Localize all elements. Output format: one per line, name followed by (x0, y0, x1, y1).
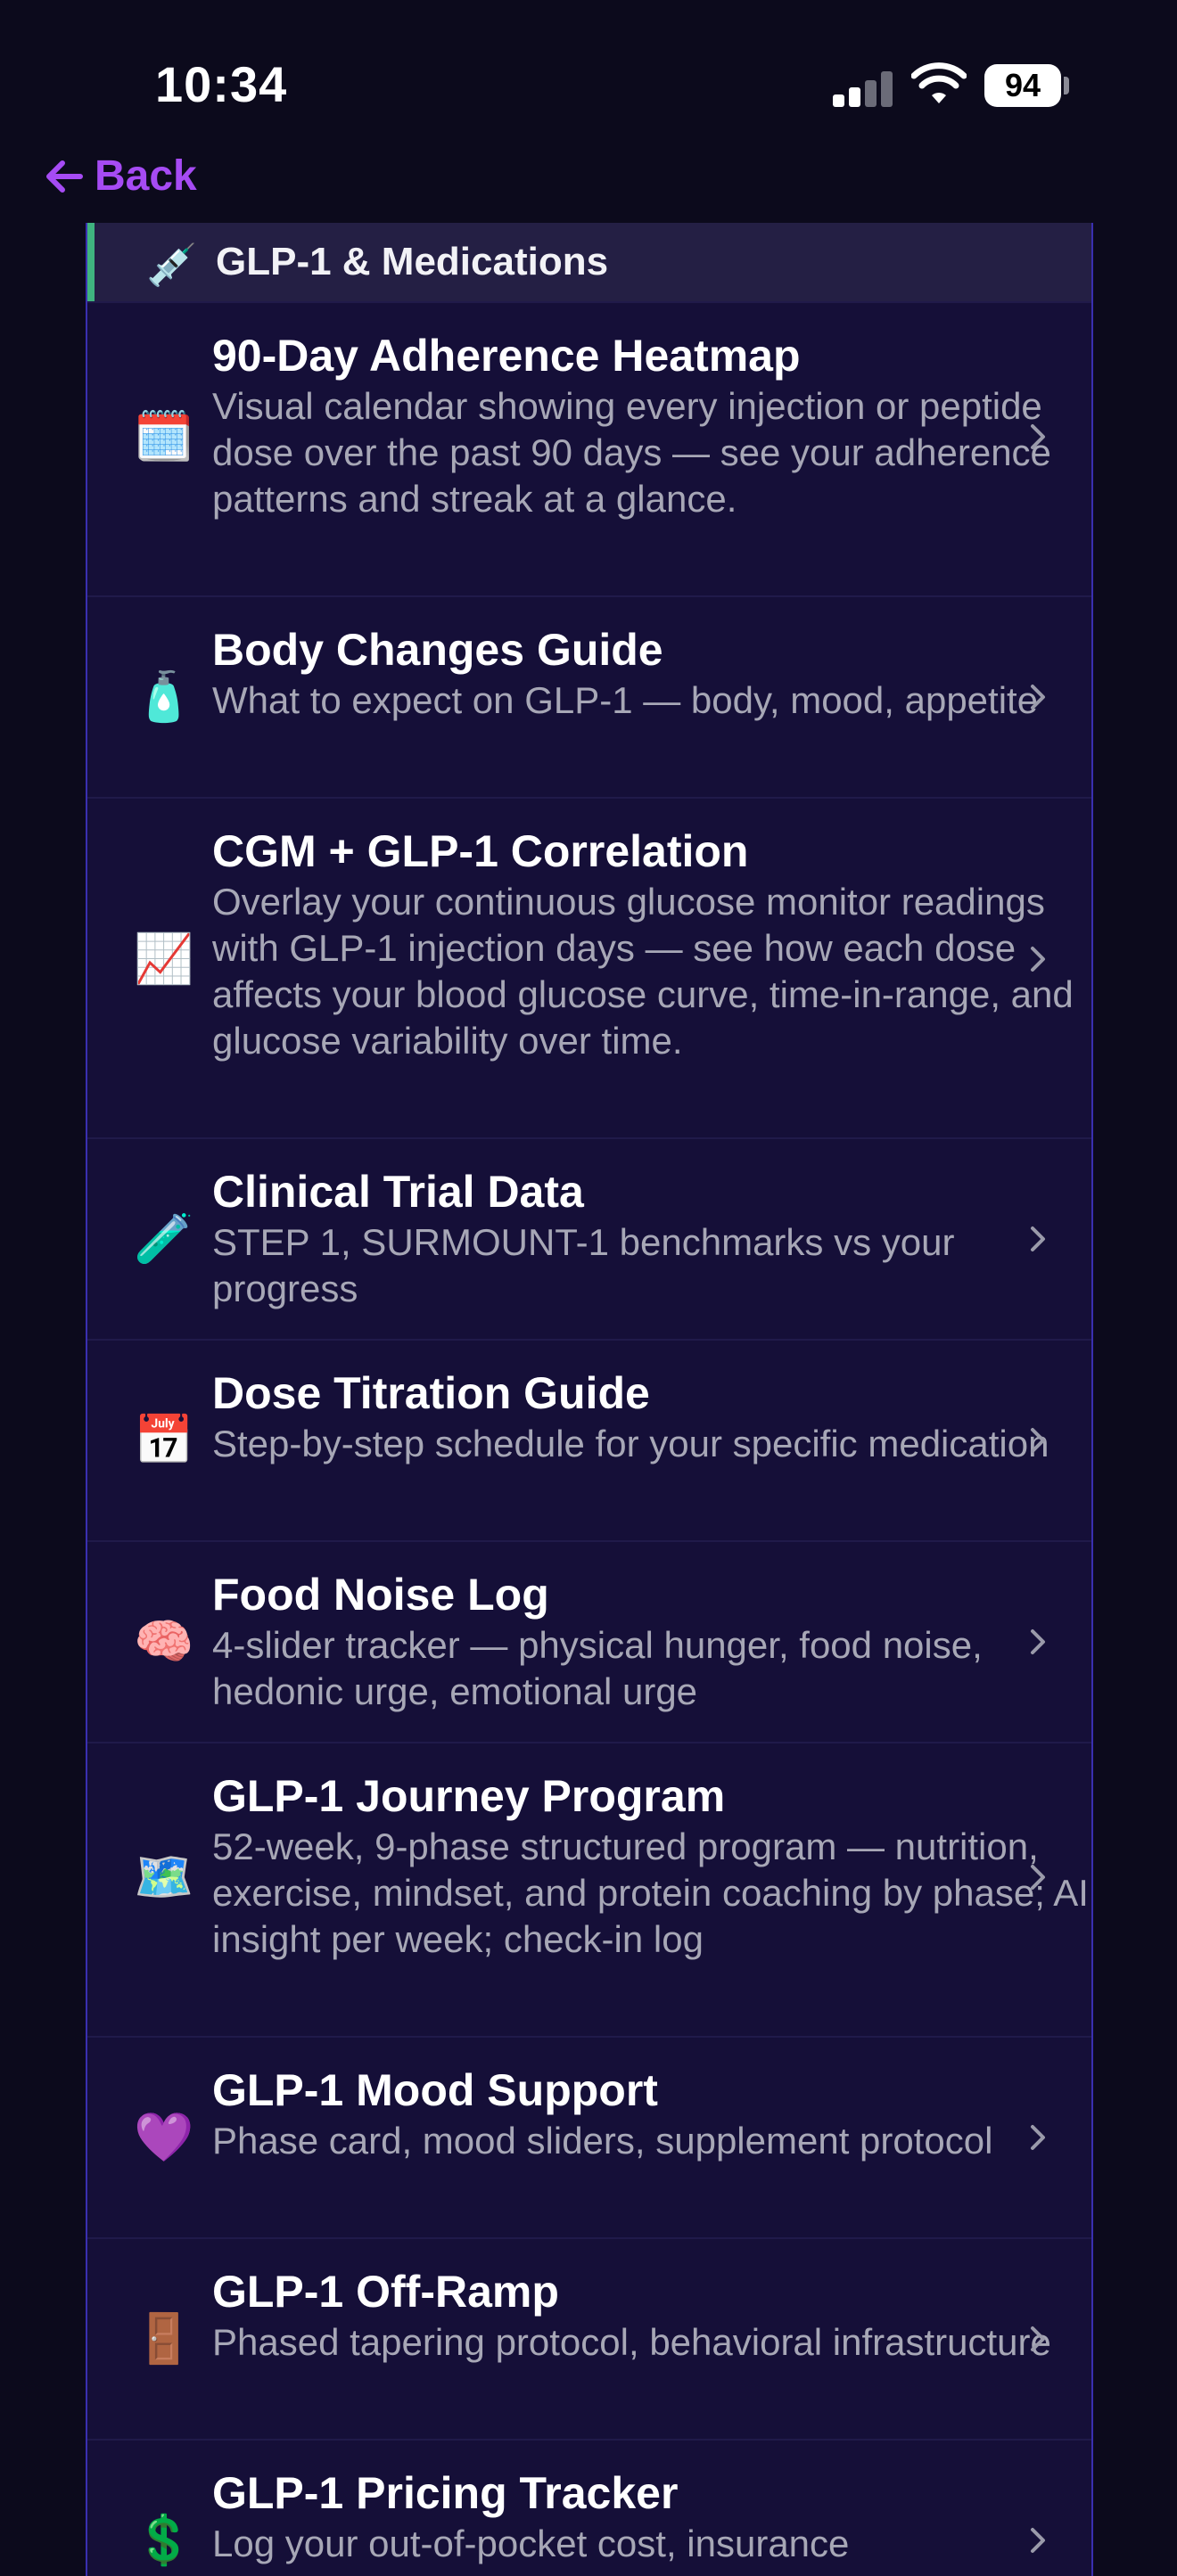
chevron-right-icon (1031, 1865, 1045, 1890)
list-item-text: Food Noise Log 4-slider tracker — physica… (212, 1567, 1091, 1715)
list-item-description: What to expect on GLP-1 — body, mood, ap… (212, 679, 1039, 721)
clock: 10:34 (155, 56, 288, 112)
list-item-title: Food Noise Log (212, 1570, 549, 1620)
list-item[interactable]: 📈 CGM + GLP-1 Correlation Overlay your con… (87, 797, 1091, 1137)
map-icon: 🗺️ (134, 1850, 194, 1904)
list-item[interactable]: 💲 GLP-1 Pricing Tracker Log your out-of-po… (87, 2439, 1091, 2576)
list-item[interactable]: 💜 GLP-1 Mood Support Phase card, mood slid… (87, 2036, 1091, 2237)
list-item-text: GLP-1 Pricing Tracker Log your out-of-poc… (212, 2465, 1091, 2567)
medications-list: 💉 GLP-1 & Medications 🗓️ 90-Day Adherence… (86, 223, 1093, 2576)
chart-up-icon: 📈 (134, 932, 194, 986)
chevron-right-icon (1031, 2528, 1045, 2553)
list-item[interactable]: 🧴 Body Changes Guide What to expect on GLP… (87, 595, 1091, 797)
list-item[interactable]: 🧪 Clinical Trial Data STEP 1, SURMOUNT-1 b… (87, 1137, 1091, 1339)
list-item-title: 90-Day Adherence Heatmap (212, 331, 801, 381)
list-item-description: 4-slider tracker — physical hunger, food… (212, 1624, 983, 1712)
list-item-text: Dose Titration Guide Step-by-step schedul… (212, 1366, 1091, 1467)
lotion-bottle-icon: 🧴 (134, 670, 194, 724)
brain-icon: 🧠 (134, 1615, 194, 1669)
list-item-title: GLP-1 Mood Support (212, 2065, 658, 2115)
list-item-title: Clinical Trial Data (212, 1167, 584, 1217)
chevron-right-icon (1031, 685, 1045, 710)
calendar-icon: 🗓️ (134, 410, 194, 464)
list-item[interactable]: 🧠 Food Noise Log 4-slider tracker — physic… (87, 1540, 1091, 1742)
list-item-title: GLP-1 Journey Program (212, 1771, 726, 1821)
purple-heart-icon: 💜 (134, 2111, 194, 2164)
wifi-icon (911, 62, 967, 103)
list-item-text: CGM + GLP-1 Correlation Overlay your cont… (212, 824, 1091, 1064)
list-item-text: GLP-1 Mood Support Phase card, mood slide… (212, 2063, 1091, 2164)
door-icon: 🚪 (134, 2312, 194, 2366)
back-label: Back (95, 152, 197, 200)
list-item-text: Clinical Trial Data STEP 1, SURMOUNT-1 be… (212, 1164, 1091, 1312)
list-item[interactable]: 🚪 GLP-1 Off-Ramp Phased tapering protocol,… (87, 2237, 1091, 2439)
cellular-signal-icon (833, 70, 893, 107)
list-item-text: 90-Day Adherence Heatmap Visual calendar … (212, 328, 1091, 522)
chevron-right-icon (1031, 1629, 1045, 1654)
list-item-description: 52-week, 9-phase structured program — nu… (212, 1825, 1089, 1960)
list-item-text: Body Changes Guide What to expect on GLP-… (212, 622, 1091, 724)
chevron-right-icon (1031, 2125, 1045, 2150)
list-item-title: GLP-1 Pricing Tracker (212, 2468, 679, 2518)
list-item-description: Log your out-of-pocket cost, insurance (212, 2523, 850, 2564)
section-title: GLP-1 & Medications (216, 240, 609, 283)
section-header: 💉 GLP-1 & Medications (87, 223, 1091, 301)
list-item[interactable]: 🗺️ GLP-1 Journey Program 52-week, 9-phase … (87, 1742, 1091, 2036)
test-tube-icon: 🧪 (134, 1212, 194, 1266)
list-item-description: Overlay your continuous glucose monitor … (212, 881, 1074, 1062)
list-item-title: Dose Titration Guide (212, 1368, 650, 1418)
list-item-text: GLP-1 Off-Ramp Phased tapering protocol, … (212, 2264, 1091, 2366)
list-item-title: Body Changes Guide (212, 625, 663, 675)
battery-indicator: 94 (984, 64, 1061, 107)
list-item-description: STEP 1, SURMOUNT-1 benchmarks vs your pr… (212, 1221, 955, 1309)
syringe-icon: 💉 (146, 242, 198, 288)
chevron-right-icon (1031, 947, 1045, 972)
list-item-title: CGM + GLP-1 Correlation (212, 826, 749, 876)
chevron-right-icon (1031, 2326, 1045, 2351)
list-item-description: Visual calendar showing every injection … (212, 385, 1051, 520)
list-item[interactable]: 🗓️ 90-Day Adherence Heatmap Visual calenda… (87, 301, 1091, 595)
battery-nub (1064, 77, 1069, 94)
status-bar: 10:34 94 (0, 0, 1177, 169)
back-button[interactable]: Back (45, 152, 197, 201)
chevron-right-icon (1031, 1226, 1045, 1251)
arrow-left-icon (46, 160, 83, 193)
chevron-right-icon (1031, 424, 1045, 449)
list-item-description: Step-by-step schedule for your specific … (212, 1423, 1049, 1464)
list-item-description: Phased tapering protocol, behavioral inf… (212, 2321, 1051, 2363)
list-item-text: GLP-1 Journey Program 52-week, 9-phase st… (212, 1768, 1091, 1963)
list-item-description: Phase card, mood sliders, supplement pro… (212, 2120, 993, 2162)
calendar-date-icon: 📅 (134, 1414, 194, 1467)
list-item[interactable]: 📅 Dose Titration Guide Step-by-step schedu… (87, 1339, 1091, 1540)
chevron-right-icon (1031, 1428, 1045, 1453)
list-item-title: GLP-1 Off-Ramp (212, 2267, 559, 2317)
dollar-icon: 💲 (134, 2514, 194, 2567)
